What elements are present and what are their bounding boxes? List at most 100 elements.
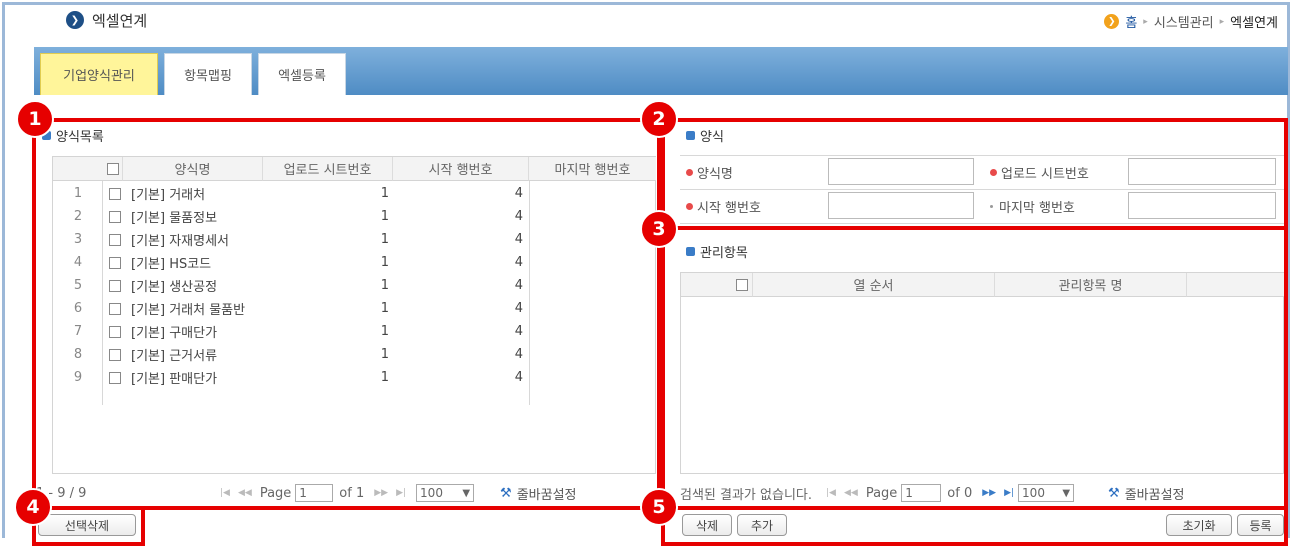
- page-size-select[interactable]: 100 ▼: [1018, 484, 1075, 502]
- row-sheet-no: 1: [380, 255, 389, 270]
- row-checkbox[interactable]: [109, 302, 121, 315]
- required-dot-icon: [686, 168, 693, 176]
- table-row[interactable]: 2 [기본] 물품정보 1 4: [53, 205, 655, 228]
- wrench-icon: ⚒: [500, 485, 512, 501]
- header-item-name[interactable]: 관리항목 명: [995, 273, 1187, 297]
- tab-excel-register[interactable]: 엑셀등록: [258, 53, 346, 95]
- next-page-icon[interactable]: ▶▶: [374, 488, 388, 498]
- row-checkbox-cell: [108, 297, 122, 320]
- row-start-row: 4: [514, 255, 523, 270]
- row-checkbox[interactable]: [109, 325, 121, 338]
- breadcrumb-current: 엑셀연계: [1230, 16, 1278, 31]
- page-input[interactable]: 1: [901, 484, 942, 502]
- header-sheet-no[interactable]: 업로드 시트번호: [263, 157, 393, 181]
- end-row-input[interactable]: [1128, 192, 1276, 219]
- table-row[interactable]: 3 [기본] 자재명세서 1 4: [53, 228, 655, 251]
- prev-page-icon[interactable]: ◀◀: [844, 488, 858, 498]
- breadcrumb-level1[interactable]: 시스템관리: [1154, 12, 1214, 31]
- form-name-input[interactable]: [828, 158, 974, 185]
- wrench-icon: ⚒: [1108, 485, 1120, 501]
- table-row[interactable]: 6 [기본] 거래처 물품반 1 4: [53, 297, 655, 320]
- row-checkbox-cell: [108, 274, 122, 297]
- badge-1: 1: [16, 100, 54, 138]
- chevron-down-icon: ▼: [462, 487, 471, 499]
- table-row[interactable]: 7 [기본] 구매단가 1 4: [53, 320, 655, 343]
- row-number: 6: [73, 301, 83, 316]
- row-checkbox-cell: [108, 228, 122, 251]
- page-label: Page: [259, 485, 292, 501]
- row-form-name: [기본] 근거서류: [131, 349, 218, 364]
- row-number: 5: [73, 278, 83, 293]
- select-all-checkbox[interactable]: [735, 278, 748, 291]
- breadcrumb-home[interactable]: 홈: [1125, 12, 1137, 31]
- delete-selected-button[interactable]: 선택삭제: [38, 514, 136, 536]
- header-column-order[interactable]: 열 순서: [753, 273, 995, 297]
- start-row-input[interactable]: [828, 192, 974, 219]
- row-number: 8: [73, 347, 83, 362]
- wrap-setting-button[interactable]: ⚒ 줄바꿈설정: [1108, 484, 1184, 503]
- first-page-icon[interactable]: |◀: [826, 488, 836, 498]
- form-title-text: 양식: [700, 130, 724, 145]
- header-form-name[interactable]: 양식명: [123, 157, 263, 181]
- page-title: 엑셀연계: [92, 11, 148, 30]
- form-list-pager: 1 - 9 / 9 |◀ ◀◀ Page 1 of 1 ▶▶ ▶| 100 ▼ ⚒…: [36, 480, 656, 506]
- row-form-name: [기본] 구매단가: [131, 326, 218, 341]
- row-checkbox[interactable]: [109, 210, 121, 223]
- delete-button[interactable]: 삭제: [682, 514, 732, 536]
- empty-message: 검색된 결과가 없습니다.: [680, 487, 812, 503]
- page-of: of 0: [947, 485, 973, 501]
- page-input[interactable]: 1: [295, 484, 334, 502]
- table-row[interactable]: 9 [기본] 판매단가 1 4: [53, 366, 655, 389]
- row-start-row: 4: [514, 209, 523, 224]
- form-list-title-text: 양식목록: [56, 130, 104, 145]
- row-checkbox[interactable]: [109, 371, 121, 384]
- table-row[interactable]: 1 [기본] 거래처 1 4: [53, 182, 655, 205]
- tab-form-management[interactable]: 기업양식관리: [40, 53, 158, 95]
- row-checkbox[interactable]: [109, 348, 121, 361]
- section-bullet-icon: [686, 247, 695, 256]
- row-number: 1: [73, 186, 83, 201]
- table-row[interactable]: 5 [기본] 생산공정 1 4: [53, 274, 655, 297]
- last-page-icon[interactable]: ▶|: [1004, 488, 1014, 498]
- row-sheet-no: 1: [380, 278, 389, 293]
- tab-item-mapping[interactable]: 항목맵핑: [164, 53, 252, 95]
- home-icon: ❯: [1104, 14, 1120, 29]
- last-page-icon[interactable]: ▶|: [396, 488, 406, 498]
- items-title-text: 관리항목: [700, 246, 748, 261]
- row-checkbox[interactable]: [109, 187, 121, 200]
- row-sheet-no: 1: [380, 301, 389, 316]
- prev-page-icon[interactable]: ◀◀: [238, 488, 252, 498]
- sheet-no-label: 업로드 시트번호: [990, 162, 1089, 182]
- row-form-name: [기본] 자재명세서: [131, 234, 229, 249]
- row-form-name: [기본] 거래처: [131, 188, 206, 203]
- row-form-name: [기본] 생산공정: [131, 280, 218, 295]
- row-checkbox[interactable]: [109, 233, 121, 246]
- row-start-row: 4: [514, 370, 523, 385]
- required-dot-icon: [686, 202, 693, 210]
- reset-button[interactable]: 초기화: [1166, 514, 1232, 536]
- first-page-icon[interactable]: |◀: [220, 488, 230, 498]
- header-end-row[interactable]: 마지막 행번호: [529, 157, 656, 181]
- start-row-label: 시작 행번호: [686, 196, 761, 216]
- row-checkbox[interactable]: [109, 279, 121, 292]
- row-form-name: [기본] 판매단가: [131, 372, 218, 387]
- wrap-setting-button[interactable]: ⚒ 줄바꿈설정: [500, 484, 576, 503]
- add-button[interactable]: 추가: [737, 514, 787, 536]
- row-sheet-no: 1: [380, 186, 389, 201]
- table-row[interactable]: 8 [기본] 근거서류 1 4: [53, 343, 655, 366]
- table-row[interactable]: 4 [기본] HS코드 1 4: [53, 251, 655, 274]
- row-start-row: 4: [514, 186, 523, 201]
- next-page-icon[interactable]: ▶▶: [982, 488, 996, 498]
- page-size-select[interactable]: 100 ▼: [416, 484, 475, 502]
- row-checkbox-cell: [108, 251, 122, 274]
- sheet-no-input[interactable]: [1128, 158, 1276, 185]
- select-all-checkbox[interactable]: [106, 162, 119, 175]
- row-checkbox-cell: [108, 366, 122, 389]
- chevron-down-icon: ▼: [1062, 487, 1071, 499]
- header-start-row[interactable]: 시작 행번호: [393, 157, 529, 181]
- header-blank: [1187, 273, 1284, 297]
- row-checkbox[interactable]: [109, 256, 121, 269]
- breadcrumb-separator-icon: ▸: [1219, 16, 1225, 27]
- header-rownum: [681, 273, 731, 297]
- register-button[interactable]: 등록: [1237, 514, 1284, 536]
